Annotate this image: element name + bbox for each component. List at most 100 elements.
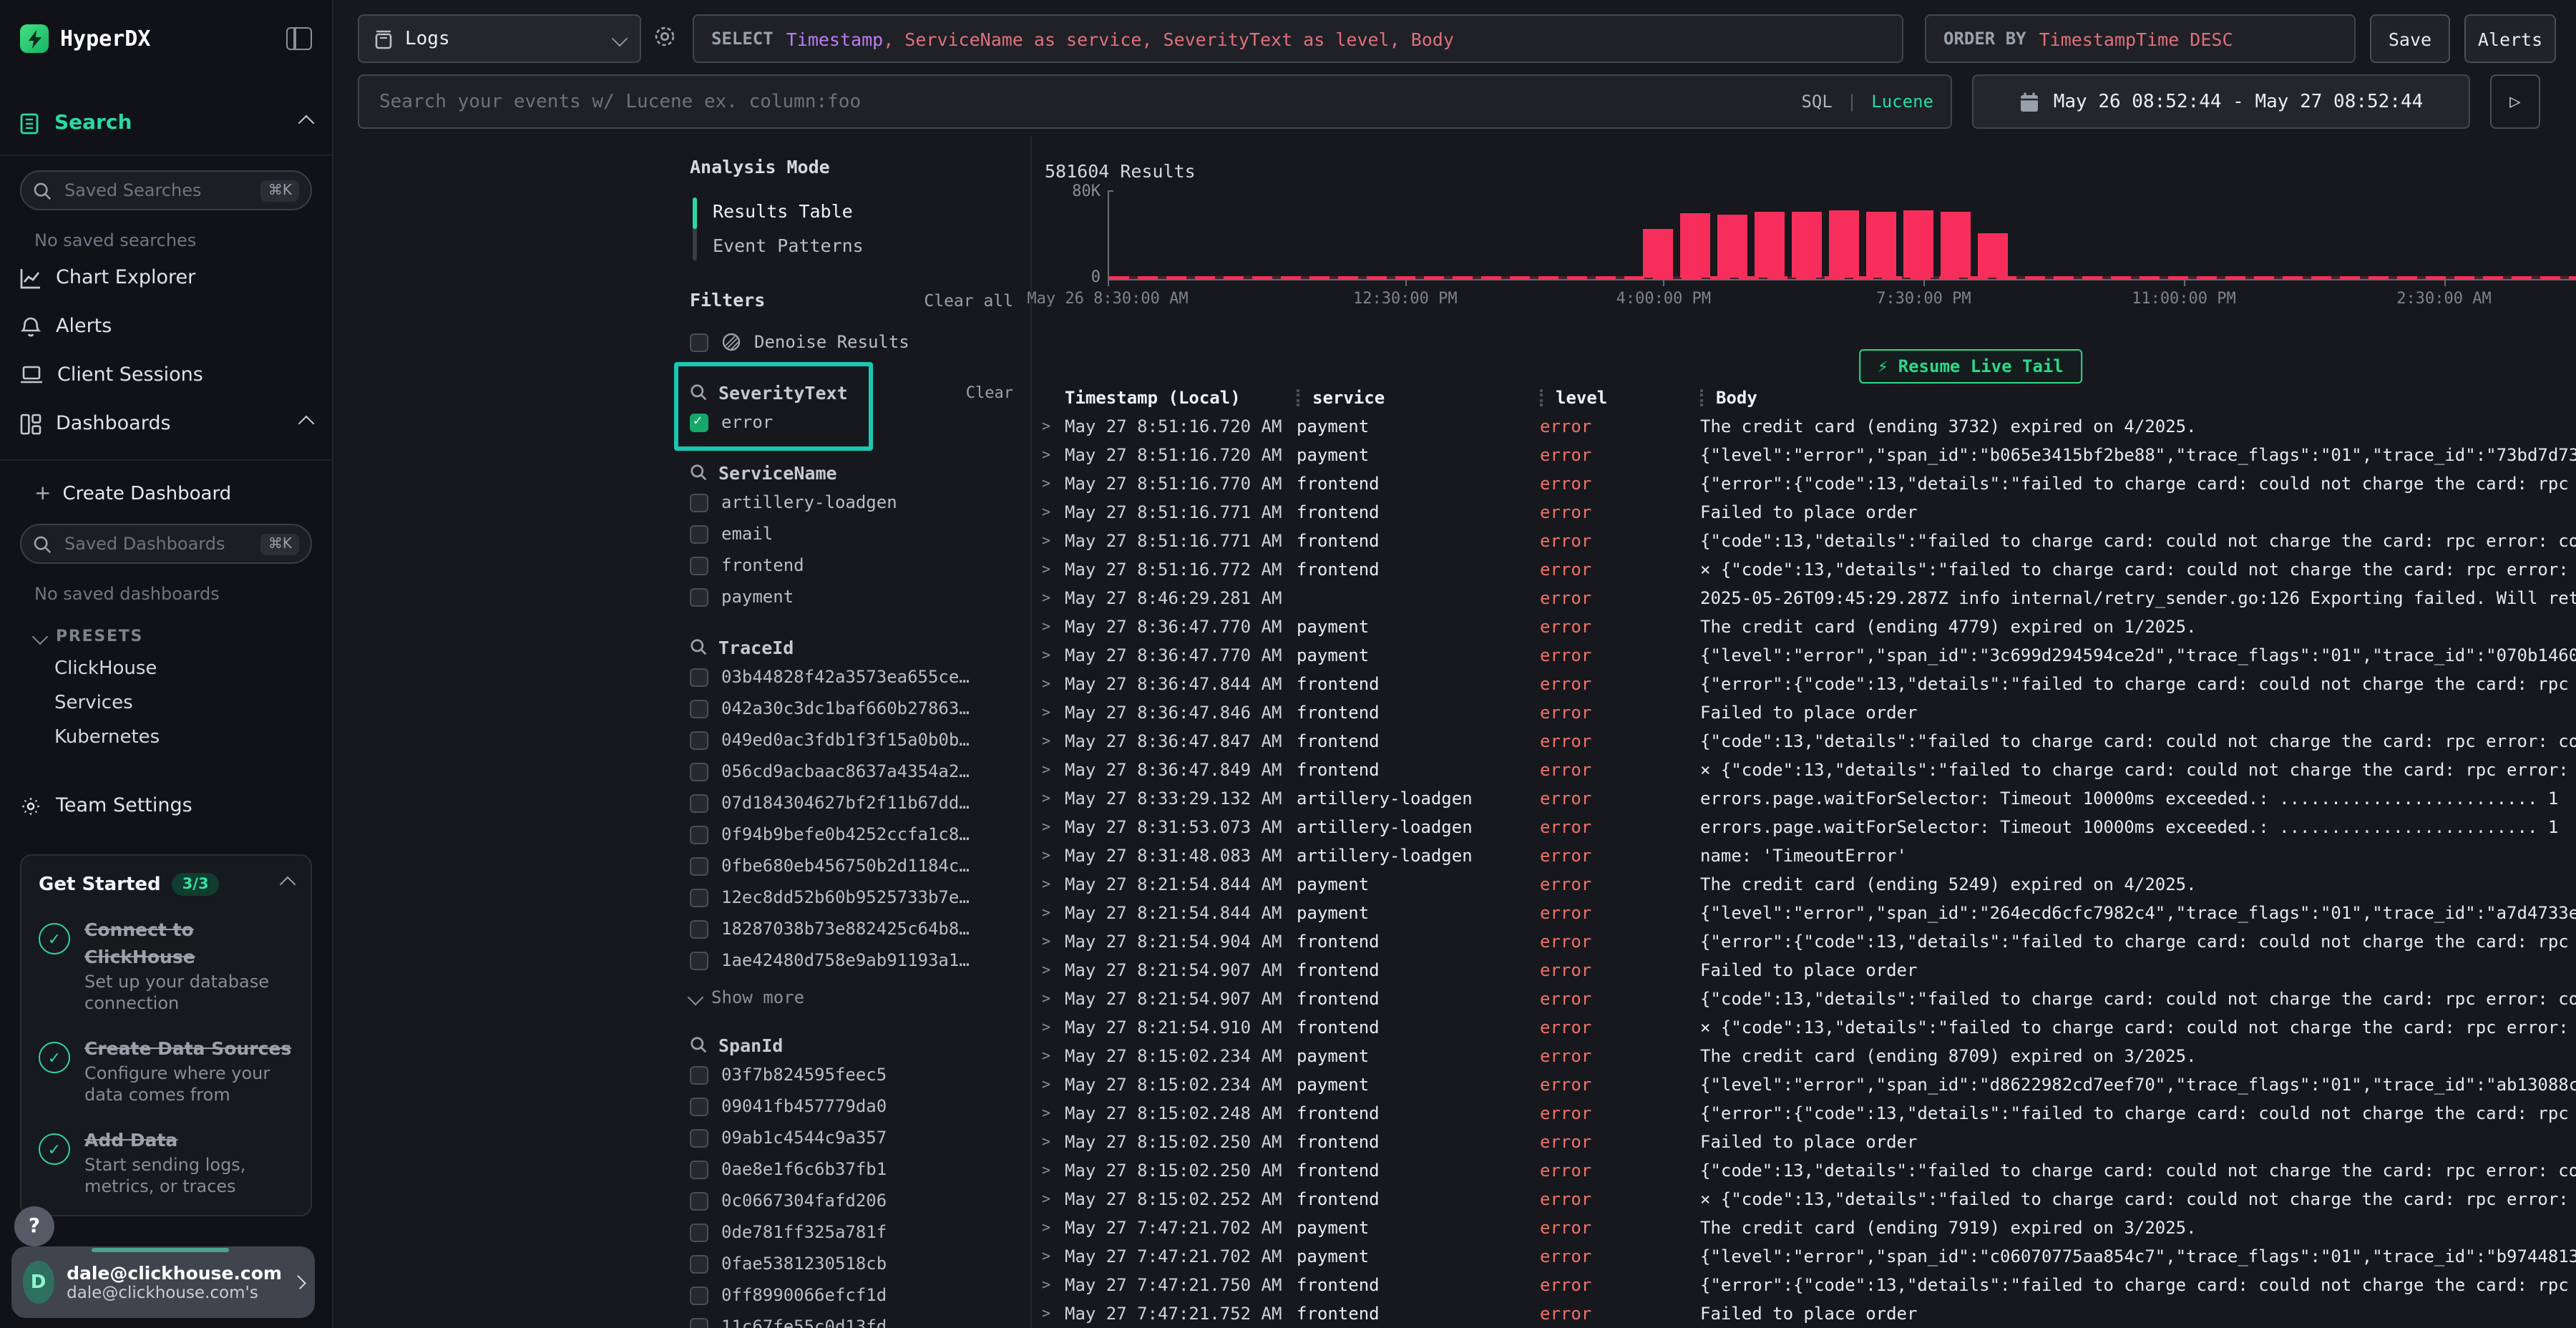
expand-row-icon[interactable] xyxy=(1039,877,1065,892)
table-row[interactable]: May 27 8:51:16.771 AM frontend error {"c… xyxy=(1039,527,2576,555)
get-started-item[interactable]: ✓ Add Data Start sending logs, metrics, … xyxy=(39,1125,293,1198)
checkbox-icon[interactable] xyxy=(690,524,708,543)
expand-row-icon[interactable] xyxy=(1039,1048,1065,1064)
expand-row-icon[interactable] xyxy=(1039,733,1065,749)
checkbox-icon[interactable] xyxy=(690,493,708,512)
col-level[interactable]: level xyxy=(1540,388,1700,408)
mode-results-table[interactable]: Results Table xyxy=(693,195,1013,229)
sidebar-item-team-settings[interactable]: Team Settings xyxy=(20,786,312,826)
checkbox-icon[interactable] xyxy=(690,1160,708,1178)
table-row[interactable]: May 27 7:47:21.750 AM frontend error {"e… xyxy=(1039,1271,2576,1299)
checkbox-icon[interactable] xyxy=(690,888,708,907)
expand-row-icon[interactable] xyxy=(1039,676,1065,692)
event-search-field[interactable] xyxy=(376,89,1787,114)
filter-value[interactable]: 09041fb457779da0 xyxy=(690,1092,1013,1120)
checkbox-icon[interactable] xyxy=(690,1223,708,1241)
saved-searches-field[interactable] xyxy=(62,179,251,202)
get-started-item[interactable]: ✓ Create Data Sources Configure where yo… xyxy=(39,1033,293,1106)
expand-row-icon[interactable] xyxy=(1039,533,1065,549)
severity-clear-link[interactable]: Clear xyxy=(966,383,1013,401)
expand-row-icon[interactable] xyxy=(1039,1163,1065,1178)
table-row[interactable]: May 27 8:36:47.846 AM frontend error Fai… xyxy=(1039,698,2576,727)
checkbox-icon[interactable] xyxy=(690,1097,708,1115)
expand-row-icon[interactable] xyxy=(1039,504,1065,520)
orderby-input[interactable]: ORDER BY TimestampTime DESC xyxy=(1925,14,2356,63)
expand-row-icon[interactable] xyxy=(1039,590,1065,606)
table-row[interactable]: May 27 8:36:47.844 AM frontend error {"e… xyxy=(1039,670,2576,698)
table-row[interactable]: May 27 7:47:21.702 AM payment error {"le… xyxy=(1039,1242,2576,1271)
filter-value-error[interactable]: error xyxy=(690,408,1013,436)
table-row[interactable]: May 27 8:21:54.907 AM frontend error Fai… xyxy=(1039,956,2576,985)
table-row[interactable]: May 27 8:21:54.844 AM payment error {"le… xyxy=(1039,899,2576,927)
table-row[interactable]: May 27 8:15:02.250 AM frontend error {"c… xyxy=(1039,1156,2576,1185)
filter-value[interactable]: 056cd9acbaac8637a4354a2… xyxy=(690,757,1013,786)
run-query-button[interactable]: ▷ xyxy=(2490,74,2540,129)
filter-value[interactable]: 07d184304627bf2f11b67dd… xyxy=(690,788,1013,817)
checkbox-icon[interactable] xyxy=(690,556,708,575)
expand-row-icon[interactable] xyxy=(1039,791,1065,806)
checkbox-icon[interactable] xyxy=(690,825,708,844)
table-row[interactable]: May 27 7:47:21.702 AM payment error The … xyxy=(1039,1214,2576,1242)
table-row[interactable]: May 27 8:21:54.907 AM frontend error {"c… xyxy=(1039,985,2576,1013)
sidebar-item-search[interactable]: Search xyxy=(20,106,312,140)
expand-row-icon[interactable] xyxy=(1039,476,1065,492)
expand-row-icon[interactable] xyxy=(1039,1220,1065,1236)
table-row[interactable]: May 27 8:31:48.083 AM artillery-loadgen … xyxy=(1039,841,2576,870)
expand-row-icon[interactable] xyxy=(1039,819,1065,835)
expand-row-icon[interactable] xyxy=(1039,1249,1065,1264)
filter-value[interactable]: 03b44828f42a3573ea655ce… xyxy=(690,663,1013,691)
filter-value[interactable]: 11c67fe55c0d13fd xyxy=(690,1312,1013,1328)
column-resize-handle[interactable] xyxy=(1540,389,1543,406)
filter-value[interactable]: 0ae8e1f6c6b37fb1 xyxy=(690,1155,1013,1183)
sidebar-item-chart-explorer[interactable]: Chart Explorer xyxy=(20,256,312,299)
table-row[interactable]: May 27 8:21:54.844 AM payment error The … xyxy=(1039,870,2576,899)
user-menu[interactable]: D dale@clickhouse.com dale@clickhouse.co… xyxy=(11,1246,315,1318)
checkbox-icon[interactable] xyxy=(690,951,708,970)
sidebar-item-dashboards[interactable]: Dashboards xyxy=(20,402,312,445)
checkbox-icon[interactable] xyxy=(690,919,708,938)
expand-row-icon[interactable] xyxy=(1039,1277,1065,1293)
expand-row-icon[interactable] xyxy=(1039,1020,1065,1035)
checkbox-icon[interactable] xyxy=(690,587,708,606)
clear-all-link[interactable]: Clear all xyxy=(924,290,1013,310)
checkbox-icon[interactable] xyxy=(690,794,708,812)
event-search-input[interactable]: SQL | Lucene xyxy=(358,74,1952,129)
preset-item[interactable]: Services xyxy=(54,693,312,714)
expand-row-icon[interactable] xyxy=(1039,1077,1065,1093)
filter-value[interactable]: 0ff8990066efcf1d xyxy=(690,1281,1013,1309)
denoise-results-checkbox[interactable]: Denoise Results xyxy=(690,328,1013,356)
checkbox-icon[interactable] xyxy=(690,1128,708,1147)
table-row[interactable]: May 27 8:15:02.234 AM payment error {"le… xyxy=(1039,1070,2576,1099)
col-timestamp[interactable]: Timestamp (Local) xyxy=(1065,388,1297,408)
filter-value[interactable]: 1ae42480d758e9ab91193a1… xyxy=(690,946,1013,975)
source-select[interactable]: Logs xyxy=(358,14,641,63)
checkbox-icon[interactable] xyxy=(690,1254,708,1273)
traceid-show-more[interactable]: Show more xyxy=(690,986,1013,1009)
save-button[interactable]: Save xyxy=(2370,14,2450,63)
checkbox-icon[interactable] xyxy=(690,1191,708,1210)
saved-dashboards-input[interactable]: ⌘K xyxy=(20,524,312,564)
filter-value[interactable]: 09ab1c4544c9a357 xyxy=(690,1123,1013,1152)
create-dashboard-button[interactable]: + Create Dashboard xyxy=(34,475,312,512)
logo[interactable]: HyperDX xyxy=(20,20,312,57)
filter-value[interactable]: 0f94b9befe0b4252ccfa1c8… xyxy=(690,820,1013,849)
table-row[interactable]: May 27 7:47:21.752 AM frontend error Fai… xyxy=(1039,1299,2576,1328)
table-row[interactable]: May 27 8:15:02.248 AM frontend error {"e… xyxy=(1039,1099,2576,1128)
table-row[interactable]: May 27 8:46:29.281 AM error 2025-05-26T0… xyxy=(1039,584,2576,612)
filter-value[interactable]: 0fbe680eb456750b2d1184c… xyxy=(690,851,1013,880)
expand-row-icon[interactable] xyxy=(1039,1105,1065,1121)
filter-value[interactable]: 0c0667304fafd206 xyxy=(690,1186,1013,1215)
expand-row-icon[interactable] xyxy=(1039,962,1065,978)
filter-value[interactable]: email xyxy=(690,519,1013,548)
resume-live-tail-button[interactable]: ⚡ Resume Live Tail xyxy=(1859,349,2082,384)
filter-value[interactable]: frontend xyxy=(690,551,1013,580)
filter-value[interactable]: 0de781ff325a781f xyxy=(690,1218,1013,1246)
filter-value[interactable]: 0fae5381230518cb xyxy=(690,1249,1013,1278)
select-query-input[interactable]: SELECT Timestamp, ServiceName as service… xyxy=(693,14,1903,63)
checkbox-icon[interactable] xyxy=(690,668,708,686)
table-row[interactable]: May 27 8:36:47.849 AM frontend error × {… xyxy=(1039,756,2576,784)
table-row[interactable]: May 27 8:51:16.770 AM frontend error {"e… xyxy=(1039,469,2576,498)
table-row[interactable]: May 27 8:36:47.847 AM frontend error {"c… xyxy=(1039,727,2576,756)
filter-value[interactable]: 18287038b73e882425c64b8… xyxy=(690,914,1013,943)
table-row[interactable]: May 27 8:15:02.234 AM payment error The … xyxy=(1039,1042,2576,1070)
